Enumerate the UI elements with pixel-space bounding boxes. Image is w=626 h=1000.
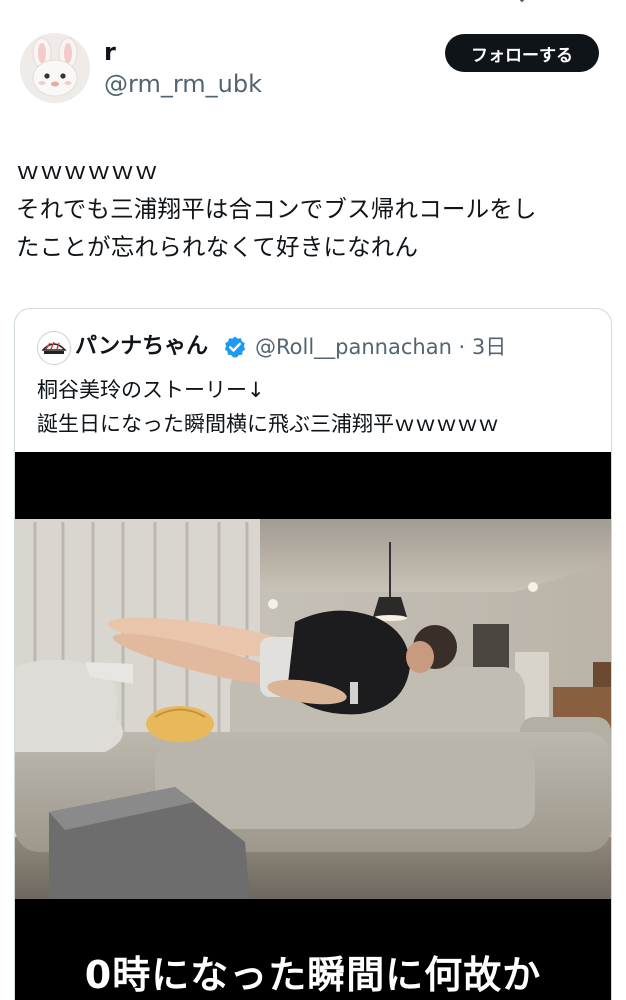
author-name[interactable]: r bbox=[104, 40, 116, 64]
quoted-handle-time[interactable]: @Roll__pannachan · 3日 bbox=[255, 331, 506, 363]
chevron-down-icon[interactable] bbox=[514, 0, 530, 6]
video-frame-image bbox=[15, 519, 611, 1000]
quoted-avatar bbox=[37, 331, 71, 365]
quoted-line: 誕生日になった瞬間横に飛ぶ三浦翔平ｗｗｗｗｗ bbox=[37, 412, 499, 436]
tweet-line: ｗｗｗｗｗｗ bbox=[16, 157, 159, 185]
quoted-media-video[interactable]: 0時になった瞬間に何故か bbox=[15, 452, 611, 1000]
quoted-author-name[interactable]: パンナちゃん bbox=[75, 331, 208, 363]
tweet-line: それでも三浦翔平は合コンでブス帰れコールをし bbox=[16, 195, 537, 223]
follow-button[interactable]: フォローする bbox=[445, 34, 599, 72]
tweet-line: たことが忘れられなくて好きになれん bbox=[16, 233, 419, 261]
verified-badge-icon bbox=[224, 336, 246, 358]
quoted-line: 桐谷美玲のストーリー↓ bbox=[37, 378, 265, 402]
author-handle[interactable]: @rm_rm_ubk bbox=[104, 72, 262, 96]
tweet-text: ｗｗｗｗｗｗ それでも三浦翔平は合コンでブス帰れコールをし たことが忘れられなく… bbox=[16, 152, 612, 266]
quoted-tweet-card[interactable]: パンナちゃん @Roll__pannachan · 3日 桐谷美玲のストーリー↓… bbox=[14, 308, 612, 1000]
bunny-avatar-icon bbox=[20, 33, 90, 103]
avatar[interactable] bbox=[20, 33, 90, 103]
video-caption: 0時になった瞬間に何故か bbox=[84, 953, 542, 997]
logo-avatar-icon bbox=[39, 333, 69, 363]
tweet-page: r @rm_rm_ubk フォローする ｗｗｗｗｗｗ それでも三浦翔平は合コンで… bbox=[0, 0, 626, 1000]
quoted-text: 桐谷美玲のストーリー↓ 誕生日になった瞬間横に飛ぶ三浦翔平ｗｗｗｗｗ bbox=[37, 373, 597, 441]
